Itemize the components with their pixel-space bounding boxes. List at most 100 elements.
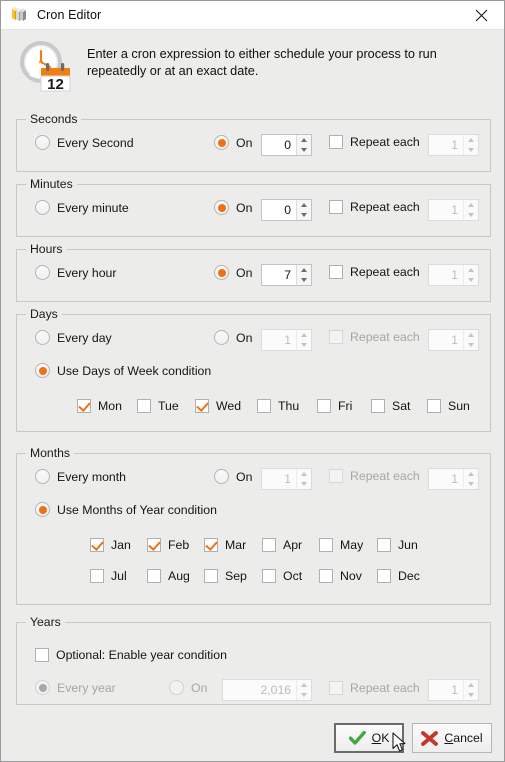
spinner-buttons[interactable] bbox=[463, 469, 478, 489]
spinner-down-icon[interactable] bbox=[464, 340, 478, 350]
spinner-up-icon[interactable] bbox=[297, 469, 311, 479]
spinner-down-icon[interactable] bbox=[464, 275, 478, 285]
checkbox-months-repeat[interactable]: Repeat each bbox=[329, 469, 420, 483]
spinner-value[interactable]: 2,016 bbox=[223, 680, 296, 700]
spinner-minutes-repeat[interactable]: 1 bbox=[428, 199, 479, 221]
radio-months-on[interactable]: On bbox=[214, 469, 252, 484]
spinner-down-icon[interactable] bbox=[464, 690, 478, 700]
spinner-up-icon[interactable] bbox=[297, 330, 311, 340]
spinner-buttons[interactable] bbox=[296, 330, 311, 350]
spinner-up-icon[interactable] bbox=[464, 200, 478, 210]
spinner-days-on[interactable]: 1 bbox=[261, 329, 312, 351]
spinner-value[interactable]: 0 bbox=[262, 135, 296, 155]
checkbox-hours-repeat[interactable]: Repeat each bbox=[329, 265, 420, 279]
spinner-value[interactable]: 1 bbox=[262, 469, 296, 489]
spinner-up-icon[interactable] bbox=[464, 469, 478, 479]
spinner-hours-repeat[interactable]: 1 bbox=[428, 264, 479, 286]
spinner-buttons[interactable] bbox=[296, 200, 311, 220]
checkbox-month-mar[interactable]: Mar bbox=[204, 538, 246, 552]
spinner-value[interactable]: 1 bbox=[429, 265, 463, 285]
spinner-seconds-repeat[interactable]: 1 bbox=[428, 134, 479, 156]
checkbox-weekday-tue[interactable]: Tue bbox=[137, 399, 179, 413]
checkbox-seconds-repeat[interactable]: Repeat each bbox=[329, 135, 420, 149]
radio-every-hour[interactable]: Every hour bbox=[35, 265, 116, 280]
checkbox-weekday-thu[interactable]: Thu bbox=[257, 399, 299, 413]
checkbox-month-oct[interactable]: Oct bbox=[262, 569, 302, 583]
checkbox-enable-year-condition[interactable]: Optional: Enable year condition bbox=[35, 648, 227, 662]
spinner-down-icon[interactable] bbox=[297, 340, 311, 350]
checkbox-weekday-sat[interactable]: Sat bbox=[371, 399, 410, 413]
checkbox-month-dec[interactable]: Dec bbox=[377, 569, 420, 583]
spinner-value[interactable]: 1 bbox=[262, 330, 296, 350]
checkbox-month-jan[interactable]: Jan bbox=[90, 538, 131, 552]
spinner-up-icon[interactable] bbox=[297, 135, 311, 145]
spinner-months-repeat[interactable]: 1 bbox=[428, 468, 479, 490]
radio-days-on[interactable]: On bbox=[214, 330, 252, 345]
spinner-value[interactable]: 1 bbox=[429, 330, 463, 350]
spinner-buttons[interactable] bbox=[463, 135, 478, 155]
spinner-value[interactable]: 7 bbox=[262, 265, 296, 285]
checkbox-month-jun[interactable]: Jun bbox=[377, 538, 418, 552]
radio-every-day[interactable]: Every day bbox=[35, 330, 112, 345]
checkbox-month-nov[interactable]: Nov bbox=[319, 569, 362, 583]
checkbox-month-jul[interactable]: Jul bbox=[90, 569, 127, 583]
spinner-buttons[interactable] bbox=[296, 469, 311, 489]
spinner-value[interactable]: 0 bbox=[262, 200, 296, 220]
radio-minutes-on[interactable]: On bbox=[214, 200, 252, 215]
checkbox-minutes-repeat[interactable]: Repeat each bbox=[329, 200, 420, 214]
checkbox-month-feb[interactable]: Feb bbox=[147, 538, 189, 552]
spinner-hours-on[interactable]: 7 bbox=[261, 264, 312, 286]
spinner-buttons[interactable] bbox=[463, 200, 478, 220]
spinner-months-on[interactable]: 1 bbox=[261, 468, 312, 490]
spinner-up-icon[interactable] bbox=[464, 135, 478, 145]
spinner-up-icon[interactable] bbox=[297, 200, 311, 210]
checkbox-days-repeat[interactable]: Repeat each bbox=[329, 330, 420, 344]
close-button[interactable] bbox=[459, 1, 504, 30]
checkbox-weekday-sun[interactable]: Sun bbox=[427, 399, 470, 413]
spinner-up-icon[interactable] bbox=[464, 330, 478, 340]
spinner-value[interactable]: 1 bbox=[429, 469, 463, 489]
checkbox-years-repeat[interactable]: Repeat each bbox=[329, 681, 420, 695]
spinner-up-icon[interactable] bbox=[464, 680, 478, 690]
radio-seconds-on[interactable]: On bbox=[214, 135, 252, 150]
ok-button[interactable]: OK bbox=[334, 723, 404, 753]
checkbox-month-aug[interactable]: Aug bbox=[147, 569, 190, 583]
spinner-down-icon[interactable] bbox=[297, 479, 311, 489]
spinner-down-icon[interactable] bbox=[464, 210, 478, 220]
radio-hours-on[interactable]: On bbox=[214, 265, 252, 280]
spinner-down-icon[interactable] bbox=[297, 210, 311, 220]
radio-use-days-of-week[interactable]: Use Days of Week condition bbox=[35, 363, 211, 378]
checkbox-month-may[interactable]: May bbox=[319, 538, 363, 552]
radio-use-months-of-year[interactable]: Use Months of Year condition bbox=[35, 502, 217, 517]
spinner-value[interactable]: 1 bbox=[429, 200, 463, 220]
radio-every-minute[interactable]: Every minute bbox=[35, 200, 129, 215]
spinner-up-icon[interactable] bbox=[464, 265, 478, 275]
spinner-up-icon[interactable] bbox=[297, 265, 311, 275]
radio-years-on[interactable]: On bbox=[169, 680, 207, 695]
checkbox-weekday-fri[interactable]: Fri bbox=[317, 399, 352, 413]
spinner-down-icon[interactable] bbox=[297, 690, 311, 700]
spinner-buttons[interactable] bbox=[296, 680, 311, 700]
checkbox-month-sep[interactable]: Sep bbox=[204, 569, 247, 583]
spinner-years-repeat[interactable]: 1 bbox=[428, 679, 479, 701]
spinner-down-icon[interactable] bbox=[464, 479, 478, 489]
checkbox-month-apr[interactable]: Apr bbox=[262, 538, 302, 552]
spinner-seconds-on[interactable]: 0 bbox=[261, 134, 312, 156]
spinner-days-repeat[interactable]: 1 bbox=[428, 329, 479, 351]
spinner-down-icon[interactable] bbox=[464, 145, 478, 155]
spinner-buttons[interactable] bbox=[463, 680, 478, 700]
cancel-button[interactable]: Cancel bbox=[412, 723, 492, 753]
spinner-down-icon[interactable] bbox=[297, 145, 311, 155]
spinner-buttons[interactable] bbox=[463, 330, 478, 350]
radio-every-year[interactable]: Every year bbox=[35, 680, 116, 695]
spinner-buttons[interactable] bbox=[296, 265, 311, 285]
spinner-down-icon[interactable] bbox=[297, 275, 311, 285]
checkbox-weekday-mon[interactable]: Mon bbox=[77, 399, 122, 413]
spinner-buttons[interactable] bbox=[296, 135, 311, 155]
spinner-value[interactable]: 1 bbox=[429, 135, 463, 155]
checkbox-weekday-wed[interactable]: Wed bbox=[195, 399, 241, 413]
spinner-up-icon[interactable] bbox=[297, 680, 311, 690]
spinner-buttons[interactable] bbox=[463, 265, 478, 285]
radio-every-second[interactable]: Every Second bbox=[35, 135, 134, 150]
spinner-value[interactable]: 1 bbox=[429, 680, 463, 700]
